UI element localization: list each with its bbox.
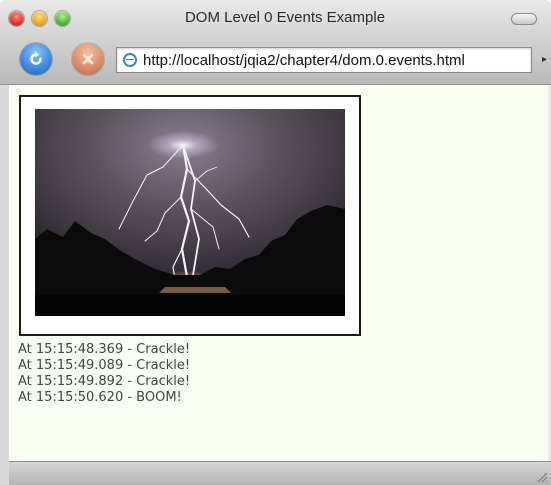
window-title: DOM Level 0 Events Example bbox=[184, 9, 386, 26]
globe-icon bbox=[123, 53, 137, 67]
toolbar-toggle-button[interactable] bbox=[511, 13, 537, 25]
resize-grip-icon[interactable] bbox=[536, 471, 548, 483]
minimize-window-button[interactable] bbox=[32, 11, 47, 26]
event-log: At 15:15:48.369 - Crackle! At 15:15:49.0… bbox=[18, 342, 190, 406]
log-entry: At 15:15:49.892 - Crackle! bbox=[18, 374, 191, 389]
lightning-image-frame[interactable] bbox=[19, 95, 361, 336]
stop-button[interactable] bbox=[72, 43, 104, 75]
reload-button[interactable] bbox=[20, 43, 52, 75]
reload-icon bbox=[30, 51, 42, 65]
page-content: At 15:15:48.369 - Crackle! At 15:15:49.0… bbox=[9, 85, 548, 461]
url-text[interactable]: http://localhost/jqia2/chapter4/dom.0.ev… bbox=[143, 52, 465, 69]
address-bar[interactable]: http://localhost/jqia2/chapter4/dom.0.ev… bbox=[116, 47, 532, 73]
zoom-window-button[interactable] bbox=[55, 11, 70, 26]
toolbar-overflow-icon[interactable]: ▸ bbox=[542, 54, 547, 65]
lightning-image[interactable] bbox=[35, 109, 345, 316]
status-bar bbox=[9, 461, 551, 485]
close-window-button[interactable] bbox=[9, 11, 24, 26]
log-entry: At 15:15:50.620 - BOOM! bbox=[18, 390, 182, 405]
window-left-edge bbox=[0, 85, 9, 485]
log-entry: At 15:15:48.369 - Crackle! bbox=[18, 342, 191, 357]
log-entry: At 15:15:49.089 - Crackle! bbox=[18, 358, 191, 373]
stop-icon bbox=[82, 53, 94, 65]
browser-window: DOM Level 0 Events Example http://localh… bbox=[0, 0, 551, 485]
lightning-photo-graphic bbox=[35, 109, 345, 316]
title-bar: DOM Level 0 Events Example http://localh… bbox=[0, 0, 551, 85]
